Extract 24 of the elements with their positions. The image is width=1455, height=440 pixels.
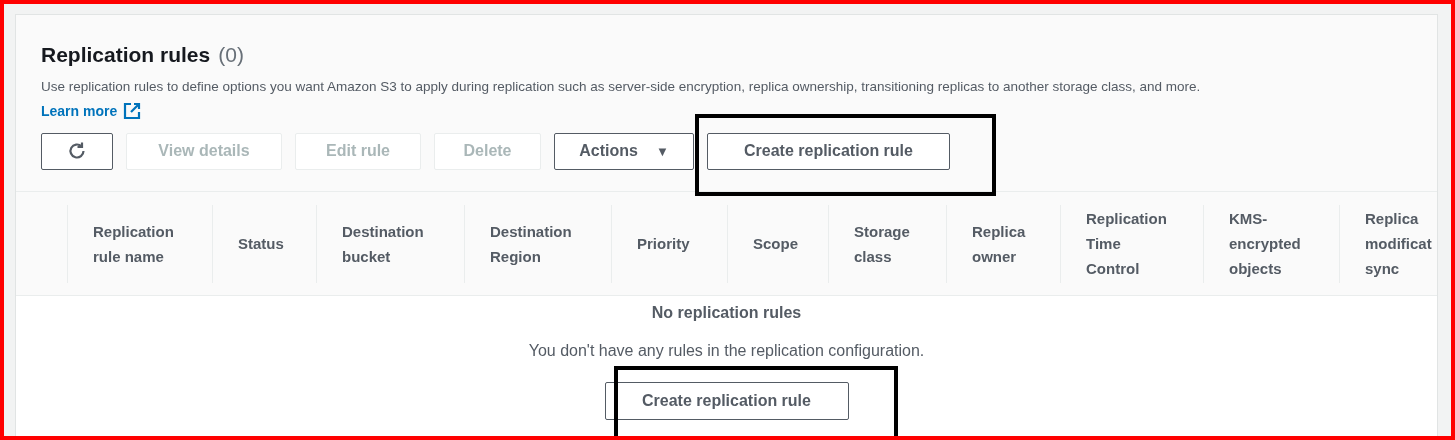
panel-title: Replication rules bbox=[41, 42, 211, 68]
column-header: Destination Region bbox=[490, 221, 573, 267]
column-header: Destination bucket bbox=[342, 221, 425, 267]
create-rule-button[interactable]: Create replication rule bbox=[604, 382, 849, 420]
column-header: Priority bbox=[637, 234, 690, 254]
column-header: Replica owner bbox=[972, 221, 1027, 267]
toolbar-button[interactable]: Create replication rule bbox=[707, 132, 950, 170]
column-header: Storage class bbox=[854, 221, 911, 267]
column-header: Replication rule name bbox=[93, 221, 175, 267]
empty-state-message: You don't have any rules in the replication configuration. bbox=[528, 341, 925, 361]
external-link-icon bbox=[123, 102, 142, 121]
refresh-button[interactable] bbox=[41, 132, 113, 170]
learn-more-link[interactable]: Learn more bbox=[41, 100, 142, 122]
empty-state-title: No replication rules bbox=[651, 303, 802, 323]
column-header: Replica modificat sync bbox=[1365, 209, 1433, 279]
refresh-icon bbox=[67, 141, 87, 162]
column-header: Scope bbox=[753, 234, 798, 254]
actions-dropdown[interactable]: Actions ▼ bbox=[554, 132, 694, 170]
caret-icon: ▼ bbox=[655, 141, 669, 161]
column-header: Status bbox=[238, 234, 284, 254]
column-header: KMS-encrypted objects bbox=[1229, 209, 1302, 279]
panel-description: Use replication rules to define options you want Amazon S3 to apply during replication such as server-side encryption, replica ownership, transitioning replicas to another storage class, and more. bbox=[41, 77, 1202, 96]
rule-count: (0) bbox=[218, 42, 244, 68]
column-header: Replication Time Control bbox=[1086, 209, 1168, 279]
